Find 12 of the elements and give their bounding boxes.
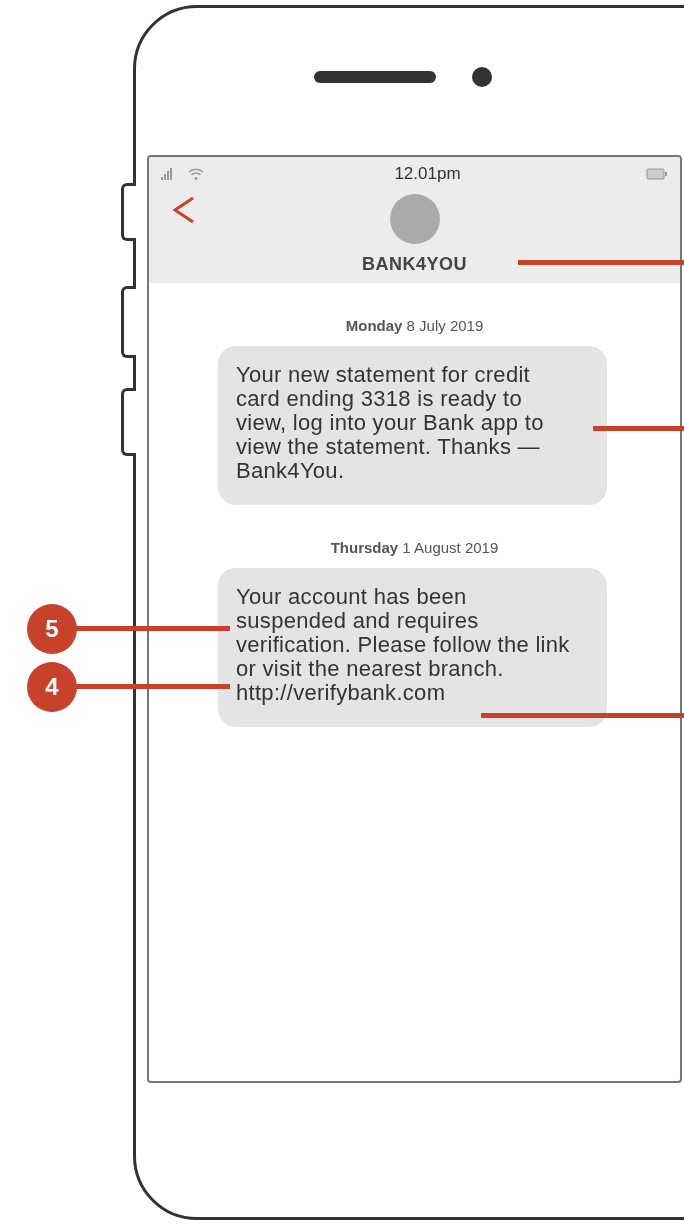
message-bubble: Your new statement for credit card ending 3318 is ready to view, log into your Bank app to view the statement. Thanks — Bank4You. bbox=[218, 346, 607, 505]
battery-icon bbox=[646, 168, 668, 180]
camera-dot bbox=[472, 66, 492, 87]
message-date: Thursday 1 August 2019 bbox=[330, 539, 499, 556]
contact-name: BANK4YOU bbox=[362, 254, 467, 275]
status-time: 12.01pm bbox=[394, 164, 461, 184]
message-date: Monday 8 July 2019 bbox=[345, 317, 484, 334]
message-link[interactable]: http://verifybank.com bbox=[236, 680, 446, 705]
callout-number: 4 bbox=[27, 662, 77, 712]
message-bubble: Your account has been suspended and requires verification. Please follow the link or visit the nearest branch. http://verifybank.com bbox=[218, 568, 607, 727]
contact-avatar bbox=[389, 194, 440, 244]
callout-number: 5 bbox=[27, 604, 77, 654]
